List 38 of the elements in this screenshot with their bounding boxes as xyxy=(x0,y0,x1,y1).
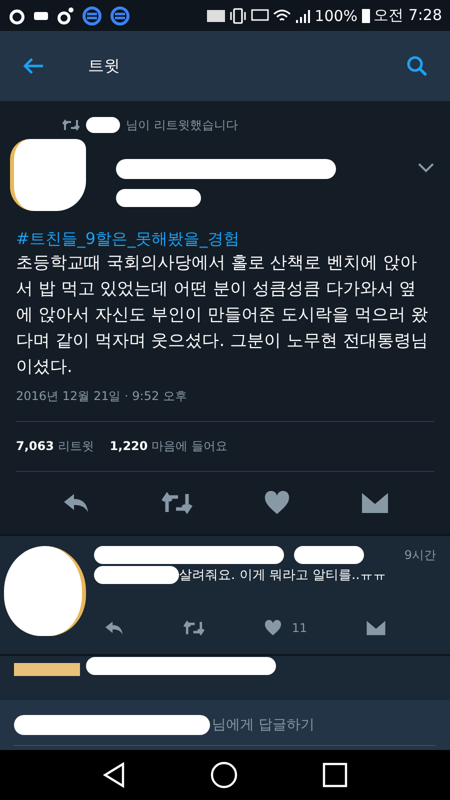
heart-icon[interactable] xyxy=(264,491,290,515)
back-arrow-icon[interactable] xyxy=(22,57,44,75)
battery-percent: 100% xyxy=(314,6,358,24)
reply-icon[interactable] xyxy=(104,620,124,636)
app-icon xyxy=(110,6,130,26)
retweet-icon xyxy=(62,119,80,131)
retweet-notice: 님이 리트윗했습니다 xyxy=(126,116,238,134)
chevron-down-icon[interactable] xyxy=(418,163,434,173)
recents-icon[interactable] xyxy=(322,762,348,788)
reply-time: 9시간 xyxy=(404,546,436,564)
screen-title: 트윗 xyxy=(88,56,121,76)
retweet-count[interactable]: 7,063 리트윗 xyxy=(16,438,94,455)
hashtag-link[interactable]: #트친들_9할은_못해봤을_경험 xyxy=(16,229,434,250)
tweet-timestamp: 2016년 12월 21일 · 9:52 오후 xyxy=(16,388,434,422)
search-icon[interactable] xyxy=(406,55,428,77)
retweet-icon[interactable] xyxy=(160,492,192,514)
clock: 오전 7:28 xyxy=(374,6,442,25)
reply-text: 살려줘요. 이게 뭐라고 알티를..ㅠㅠ xyxy=(179,567,386,584)
home-icon[interactable] xyxy=(210,761,238,789)
redaction-mark xyxy=(294,546,364,564)
vibrate-icon xyxy=(228,8,247,24)
heart-icon[interactable] xyxy=(264,620,282,636)
signal-icon xyxy=(294,8,311,22)
battery-icon xyxy=(362,8,370,23)
like-count[interactable]: 1,220 마음에 들어요 xyxy=(110,438,228,455)
reply-icon[interactable] xyxy=(62,492,90,514)
wifi-icon xyxy=(272,8,291,22)
app-icon xyxy=(56,6,74,24)
redaction-mark xyxy=(86,117,120,133)
back-icon[interactable] xyxy=(102,762,126,788)
app-icon xyxy=(82,6,102,26)
app-icon xyxy=(8,6,26,24)
envelope-icon[interactable] xyxy=(366,620,386,636)
reply-input-field[interactable]: 님에게 답글하기 xyxy=(210,716,436,734)
tweet-text: 초등학교때 국회의사당에서 홀로 산책로 벤치에 앉아서 밥 먹고 있었는데 어떤 분이 성큼성큼 다가와서 옆에 앉아서 자신도 부인이 만들어준 도시락을 먹으러 왔다며 같이 먹자며 웃으셨다. 그분이 노무현 전대통령님이셨다. xyxy=(16,252,429,379)
like-count: 11 xyxy=(292,621,308,635)
retweet-icon[interactable] xyxy=(182,620,205,636)
envelope-icon[interactable] xyxy=(360,492,388,514)
